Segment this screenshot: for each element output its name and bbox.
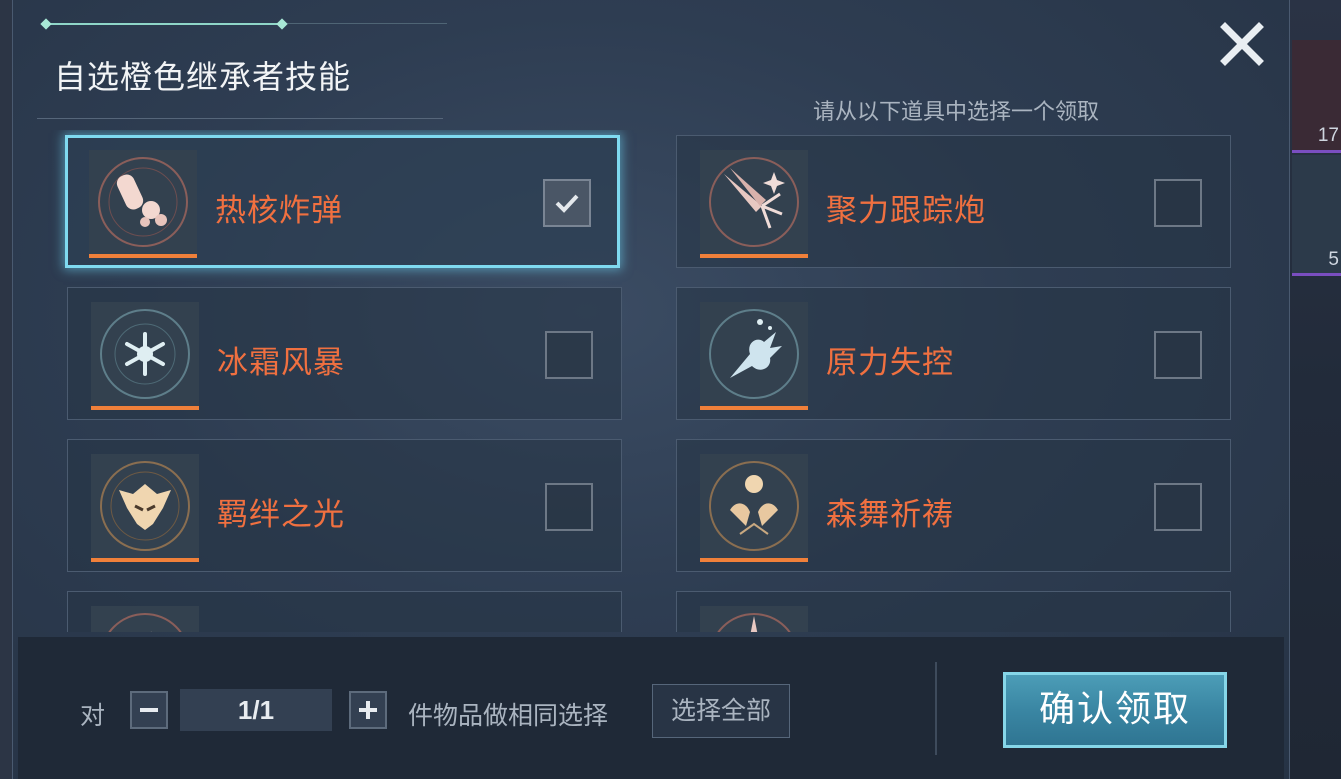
- skill-card[interactable]: 森舞祈祷: [676, 439, 1231, 572]
- title-diamond-left: [40, 18, 52, 30]
- rarity-bar: [700, 558, 808, 562]
- bond-light-icon: [100, 461, 190, 551]
- background-item-slot: 17: [1292, 40, 1341, 153]
- skill-select-dialog: 自选橙色继承者技能 请从以下道具中选择一个领取 热核炸弹 聚力跟踪炮 冰霜风暴 …: [12, 0, 1290, 779]
- increase-quantity-button[interactable]: [349, 691, 387, 729]
- footer-bar: 对 1/1 件物品做相同选择 选择全部 确认领取: [18, 637, 1284, 779]
- skill-icon-frame: [89, 150, 197, 258]
- skill-icon-frame: [700, 302, 808, 410]
- skill-checkbox[interactable]: [543, 179, 591, 227]
- footer-divider: [935, 662, 937, 755]
- skill-list[interactable]: 热核炸弹 聚力跟踪炮 冰霜风暴 原力失控 羁绊之光 森舞祈祷: [13, 130, 1289, 632]
- skill-icon-frame: [91, 606, 199, 632]
- skill-name: 森舞祈祷: [826, 497, 954, 533]
- skill-name: 原力失控: [826, 345, 954, 381]
- quantity-value: 1/1: [180, 689, 332, 731]
- skill-card-partial[interactable]: [67, 591, 622, 632]
- skill-card[interactable]: 冰霜风暴: [67, 287, 622, 420]
- minus-icon: [140, 708, 158, 712]
- rarity-bar: [700, 406, 808, 410]
- skill-card[interactable]: 聚力跟踪炮: [676, 135, 1231, 268]
- quantity-prefix: 对: [80, 701, 106, 730]
- skill-icon-frame: [700, 606, 808, 632]
- skill-card[interactable]: 原力失控: [676, 287, 1231, 420]
- skill-card[interactable]: 热核炸弹: [65, 135, 620, 268]
- instruction-text: 请从以下道具中选择一个领取: [813, 100, 1100, 125]
- decrease-quantity-button[interactable]: [130, 691, 168, 729]
- title-decoration-bar: [47, 23, 283, 25]
- skill-icon-partial: [108, 613, 182, 632]
- skill-checkbox[interactable]: [1154, 179, 1202, 227]
- background-item-count: 17: [1317, 125, 1339, 146]
- confirm-claim-button[interactable]: 确认领取: [1003, 672, 1227, 748]
- close-icon: [1220, 22, 1264, 66]
- title-divider: [37, 118, 443, 119]
- skill-card[interactable]: 羁绊之光: [67, 439, 622, 572]
- skill-icon-partial: [717, 613, 791, 632]
- skill-icon-frame: [700, 454, 808, 562]
- quantity-suffix: 件物品做相同选择: [408, 701, 609, 730]
- rarity-bar: [89, 254, 197, 258]
- thermonuclear-bomb-icon: [98, 157, 188, 247]
- checkmark-icon: [555, 194, 579, 213]
- skill-name: 冰霜风暴: [217, 345, 345, 381]
- background-item-count: 5: [1328, 249, 1339, 270]
- force-runaway-icon: [709, 309, 799, 399]
- select-all-button[interactable]: 选择全部: [652, 684, 790, 738]
- frost-storm-icon: [100, 309, 190, 399]
- background-edge-left: [0, 0, 12, 779]
- close-button[interactable]: [1218, 20, 1266, 68]
- skill-icon-frame: [91, 454, 199, 562]
- forest-prayer-icon: [709, 461, 799, 551]
- skill-icon-frame: [700, 150, 808, 258]
- skill-name: 聚力跟踪炮: [826, 193, 986, 229]
- skill-checkbox[interactable]: [545, 331, 593, 379]
- rarity-bar: [91, 406, 199, 410]
- background-item-slot: 5: [1292, 155, 1341, 276]
- skill-checkbox[interactable]: [1154, 331, 1202, 379]
- rarity-bar: [700, 254, 808, 258]
- plus-icon: [359, 701, 377, 719]
- skill-icon-frame: [91, 302, 199, 410]
- skill-card-partial[interactable]: [676, 591, 1231, 632]
- rarity-bar: [91, 558, 199, 562]
- background-inventory-strip: 17 5: [1288, 0, 1341, 779]
- skill-checkbox[interactable]: [1154, 483, 1202, 531]
- tracking-cannon-icon: [709, 157, 799, 247]
- title-diamond-right: [276, 18, 288, 30]
- skill-name: 羁绊之光: [217, 497, 345, 533]
- dialog-title: 自选橙色继承者技能: [54, 58, 352, 96]
- skill-checkbox[interactable]: [545, 483, 593, 531]
- skill-name: 热核炸弹: [215, 193, 343, 229]
